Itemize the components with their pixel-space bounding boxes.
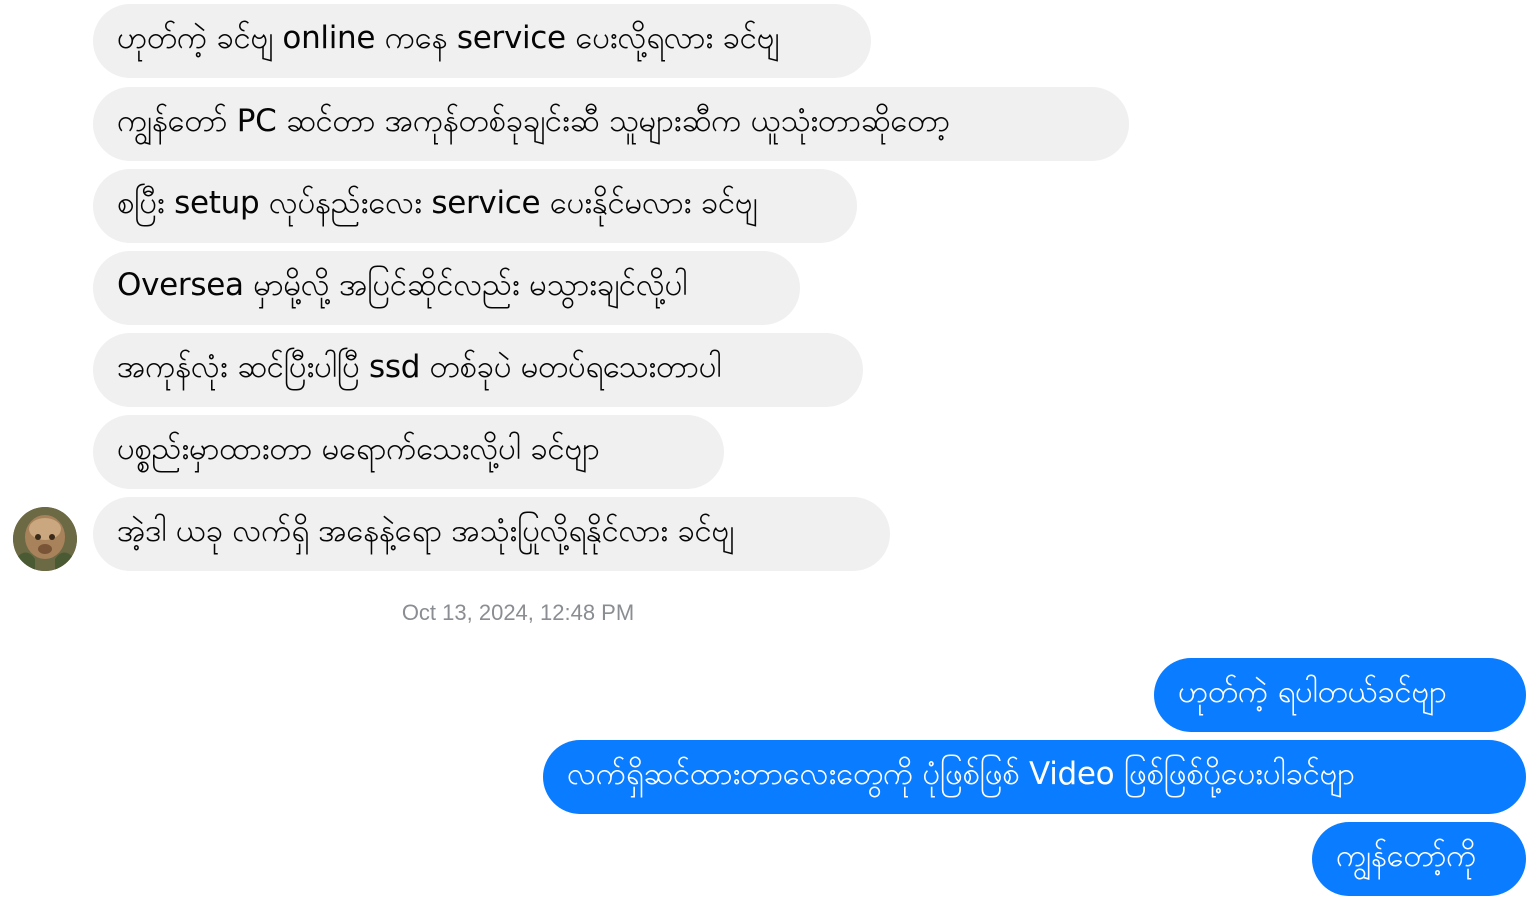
incoming-message[interactable]: ကျွန်တော် PC ဆင်တာ အကုန်တစ်ခုချင်းဆီ သူမ… [93, 87, 1129, 161]
avatar-image [13, 507, 77, 571]
incoming-message[interactable]: အကုန်လုံး ဆင်ပြီးပါပြီ ssd တစ်ခုပဲ မတပ်ရ… [93, 333, 863, 407]
message-text: ဟုတ်ကဲ့ ရပါတယ်ခင်ဗျာ [1178, 674, 1447, 710]
incoming-message[interactable]: ပစ္စည်းမှာထားတာ မရောက်သေးလို့ပါ ခင်ဗျာ [93, 415, 724, 489]
outgoing-message[interactable]: ကျွန်တော့်ကို [1312, 822, 1526, 896]
message-text: လက်ရှိဆင်ထားတာလေးတွေကို ပုံဖြစ်ဖြစ် Vide… [567, 756, 1355, 792]
message-timestamp: Oct 13, 2024, 12:48 PM [401, 600, 635, 625]
message-text: ဟုတ်ကဲ့ ခင်ဗျ online ကနေ service ပေးလို့… [117, 20, 780, 56]
message-text: ကျွန်တော့်ကို [1336, 838, 1477, 874]
incoming-message[interactable]: စပြီး setup လုပ်နည်းလေး service ပေးနိုင်… [93, 169, 857, 243]
contact-avatar[interactable] [13, 507, 77, 571]
incoming-message[interactable]: ဟုတ်ကဲ့ ခင်ဗျ online ကနေ service ပေးလို့… [93, 4, 871, 78]
message-text: Oversea မှာမို့လို့ အပြင်ဆိုင်လည်း မသွား… [117, 267, 688, 303]
outgoing-message[interactable]: ဟုတ်ကဲ့ ရပါတယ်ခင်ဗျာ [1154, 658, 1526, 732]
incoming-message[interactable]: Oversea မှာမို့လို့ အပြင်ဆိုင်လည်း မသွား… [93, 251, 800, 325]
message-thread: ဟုတ်ကဲ့ ခင်ဗျ online ကနေ service ပေးလို့… [0, 0, 1538, 900]
message-text: ပစ္စည်းမှာထားတာ မရောက်သေးလို့ပါ ခင်ဗျာ [117, 431, 600, 467]
message-text: ကျွန်တော် PC ဆင်တာ အကုန်တစ်ခုချင်းဆီ သူမ… [117, 103, 950, 139]
message-text: စပြီး setup လုပ်နည်းလေး service ပေးနိုင်… [117, 185, 758, 221]
message-text: အကုန်လုံး ဆင်ပြီးပါပြီ ssd တစ်ခုပဲ မတပ်ရ… [117, 349, 722, 385]
message-text: အဲ့ဒါ ယခု လက်ရှိ အနေနဲ့ရော အသုံးပြုလို့ရ… [117, 513, 734, 549]
incoming-message[interactable]: အဲ့ဒါ ယခု လက်ရှိ အနေနဲ့ရော အသုံးပြုလို့ရ… [93, 497, 890, 571]
outgoing-message[interactable]: လက်ရှိဆင်ထားတာလေးတွေကို ပုံဖြစ်ဖြစ် Vide… [543, 740, 1526, 814]
